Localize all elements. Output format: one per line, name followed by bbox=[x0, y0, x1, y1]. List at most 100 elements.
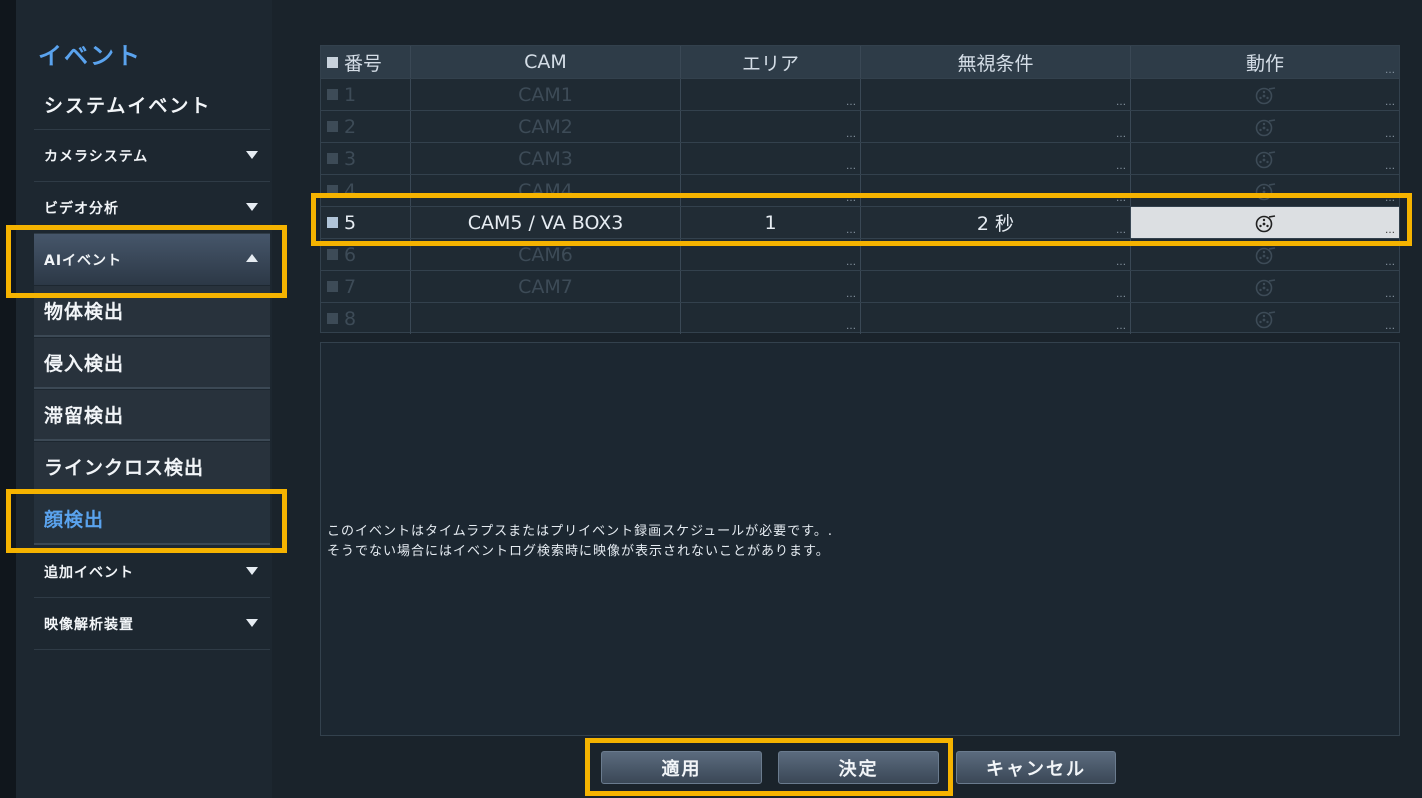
row-number[interactable]: 6 bbox=[321, 239, 411, 270]
menu-label: 物体検出 bbox=[44, 301, 125, 323]
action-dots[interactable]: … bbox=[1385, 258, 1395, 268]
row-area[interactable]: 1… bbox=[681, 207, 861, 238]
area-dots[interactable]: … bbox=[846, 194, 856, 204]
row-number[interactable]: 1 bbox=[321, 79, 411, 110]
apply-button[interactable]: 適用 bbox=[601, 751, 762, 784]
left-edge bbox=[0, 0, 16, 798]
action-dots[interactable]: … bbox=[1385, 194, 1395, 204]
ignore-dots[interactable]: … bbox=[1116, 194, 1126, 204]
row-action[interactable]: … bbox=[1131, 207, 1399, 238]
reel-icon bbox=[1255, 214, 1276, 232]
row-area[interactable]: … bbox=[681, 271, 861, 302]
submenu-line-cross-detection[interactable]: ラインクロス検出 bbox=[34, 442, 270, 493]
row-number[interactable]: 7 bbox=[321, 271, 411, 302]
menu-camera-system[interactable]: カメラシステム bbox=[34, 131, 270, 182]
action-dots[interactable]: … bbox=[1385, 226, 1395, 236]
row-checkbox[interactable] bbox=[327, 281, 338, 292]
row-checkbox[interactable] bbox=[327, 89, 338, 100]
area-dots[interactable]: … bbox=[846, 290, 856, 300]
ignore-dots[interactable]: … bbox=[1116, 162, 1126, 172]
action-dots[interactable]: … bbox=[1385, 66, 1395, 76]
row-number[interactable]: 4 bbox=[321, 175, 411, 206]
row-action[interactable]: … bbox=[1131, 143, 1399, 174]
row-ignore-condition[interactable]: … bbox=[861, 271, 1131, 302]
chevron-down-icon bbox=[246, 619, 258, 627]
row-number[interactable]: 2 bbox=[321, 111, 411, 142]
ignore-dots[interactable]: … bbox=[1116, 98, 1126, 108]
row-number[interactable]: 3 bbox=[321, 143, 411, 174]
action-dots[interactable]: … bbox=[1385, 322, 1395, 332]
row-action[interactable]: … bbox=[1131, 79, 1399, 110]
header-ignore-condition: 無視条件 bbox=[861, 46, 1131, 78]
table-row[interactable]: 8 … … … bbox=[321, 302, 1399, 334]
sidebar: イベント システムイベント カメラシステム ビデオ分析 AIイベント 物体検出 … bbox=[16, 0, 272, 798]
submenu-object-detection[interactable]: 物体検出 bbox=[34, 286, 270, 337]
row-checkbox[interactable] bbox=[327, 217, 338, 228]
row-action[interactable]: … bbox=[1131, 111, 1399, 142]
table-row[interactable]: 6 CAM6……… bbox=[321, 238, 1399, 270]
menu-label: 侵入検出 bbox=[44, 353, 125, 375]
area-dots[interactable]: … bbox=[846, 322, 856, 332]
row-area[interactable]: … bbox=[681, 239, 861, 270]
header-number[interactable]: 番号 bbox=[321, 46, 411, 78]
row-ignore-condition[interactable]: … bbox=[861, 303, 1131, 334]
ignore-dots[interactable]: … bbox=[1116, 322, 1126, 332]
area-dots[interactable]: … bbox=[846, 226, 856, 236]
table-row[interactable]: 2 CAM2……… bbox=[321, 110, 1399, 142]
menu-video-analysis[interactable]: ビデオ分析 bbox=[34, 183, 270, 234]
row-checkbox[interactable] bbox=[327, 185, 338, 196]
row-action[interactable]: … bbox=[1131, 271, 1399, 302]
row-number[interactable]: 8 bbox=[321, 303, 411, 334]
row-ignore-condition[interactable]: … bbox=[861, 111, 1131, 142]
area-dots[interactable]: … bbox=[846, 162, 856, 172]
row-checkbox[interactable] bbox=[327, 153, 338, 164]
header-label: 無視条件 bbox=[957, 52, 1034, 75]
row-ignore-condition[interactable]: … bbox=[861, 175, 1131, 206]
row-number[interactable]: 5 bbox=[321, 207, 411, 238]
menu-additional-event[interactable]: 追加イベント bbox=[34, 547, 270, 598]
action-dots[interactable]: … bbox=[1385, 162, 1395, 172]
table-row[interactable]: 1 CAM1……… bbox=[321, 78, 1399, 110]
row-checkbox[interactable] bbox=[327, 313, 338, 324]
action-dots[interactable]: … bbox=[1385, 290, 1395, 300]
header-action: 動作 … bbox=[1131, 46, 1399, 78]
row-ignore-condition[interactable]: … bbox=[861, 143, 1131, 174]
row-action[interactable]: … bbox=[1131, 175, 1399, 206]
table-row[interactable]: 7 CAM7……… bbox=[321, 270, 1399, 302]
row-action[interactable]: … bbox=[1131, 303, 1399, 334]
submenu-face-detection[interactable]: 顔検出 bbox=[34, 494, 270, 545]
table-row[interactable]: 3 CAM3……… bbox=[321, 142, 1399, 174]
area-dots[interactable]: … bbox=[846, 130, 856, 140]
cancel-button[interactable]: キャンセル bbox=[956, 751, 1116, 784]
ignore-dots[interactable]: … bbox=[1116, 130, 1126, 140]
row-area[interactable]: … bbox=[681, 79, 861, 110]
row-action[interactable]: … bbox=[1131, 239, 1399, 270]
menu-system-event[interactable]: システムイベント bbox=[34, 79, 270, 130]
menu-label: システムイベント bbox=[44, 94, 212, 117]
action-dots[interactable]: … bbox=[1385, 98, 1395, 108]
ignore-dots[interactable]: … bbox=[1116, 258, 1126, 268]
action-dots[interactable]: … bbox=[1385, 130, 1395, 140]
row-checkbox[interactable] bbox=[327, 249, 338, 260]
menu-ai-event[interactable]: AIイベント bbox=[34, 234, 270, 285]
table-row[interactable]: 5 CAM5 / VA BOX3 1… 2 秒…… bbox=[321, 206, 1399, 238]
menu-video-analyzer[interactable]: 映像解析装置 bbox=[34, 599, 270, 650]
row-area[interactable]: … bbox=[681, 143, 861, 174]
ignore-dots[interactable]: … bbox=[1116, 226, 1126, 236]
area-dots[interactable]: … bbox=[846, 258, 856, 268]
row-ignore-condition[interactable]: 2 秒… bbox=[861, 207, 1131, 238]
area-dots[interactable]: … bbox=[846, 98, 856, 108]
submenu-loitering-detection[interactable]: 滞留検出 bbox=[34, 390, 270, 441]
select-all-checkbox[interactable] bbox=[327, 56, 338, 68]
row-area[interactable]: … bbox=[681, 111, 861, 142]
row-area[interactable]: … bbox=[681, 303, 861, 334]
row-ignore-condition[interactable]: … bbox=[861, 239, 1131, 270]
row-checkbox[interactable] bbox=[327, 121, 338, 132]
ignore-dots[interactable]: … bbox=[1116, 290, 1126, 300]
table-row[interactable]: 4 CAM4 … … … bbox=[321, 174, 1399, 206]
row-cam: CAM4 bbox=[411, 175, 681, 206]
row-ignore-condition[interactable]: … bbox=[861, 79, 1131, 110]
row-area[interactable]: … bbox=[681, 175, 861, 206]
submenu-intrusion-detection[interactable]: 侵入検出 bbox=[34, 338, 270, 389]
ok-button[interactable]: 決定 bbox=[778, 751, 939, 784]
